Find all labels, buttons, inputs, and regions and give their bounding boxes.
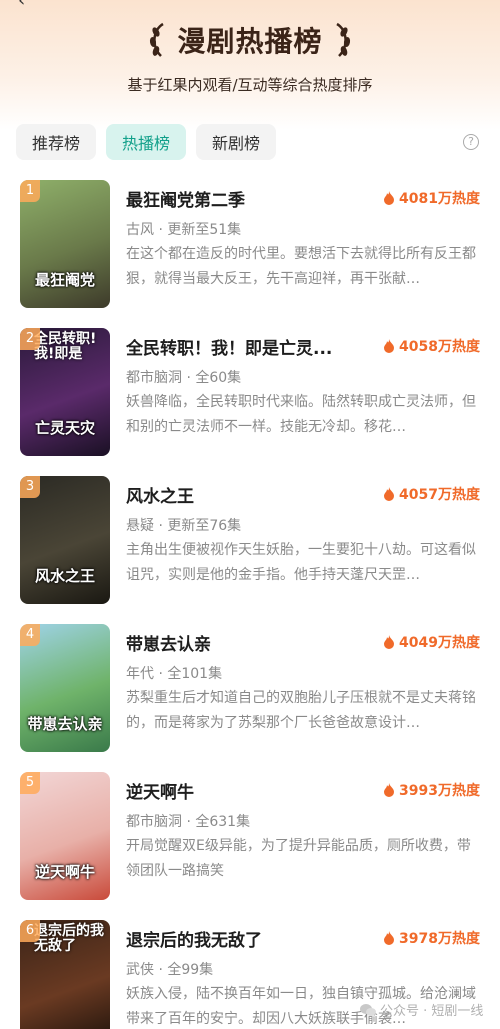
- cover-image[interactable]: 最狂阉党 1: [20, 180, 110, 308]
- heat-badge: 4081万热度: [383, 188, 480, 208]
- heat-badge: 4058万热度: [383, 336, 480, 356]
- cover-image[interactable]: 退宗后的我无敌了 6: [20, 920, 110, 1029]
- drama-title[interactable]: 最狂阉党第二季: [126, 186, 245, 211]
- rank-badge: 5: [20, 772, 40, 794]
- drama-description: 主角出生便被视作天生妖胎，一生要犯十八劫。可这看似诅咒，实则是他的金手指。他手持…: [126, 542, 476, 583]
- drama-meta: 武侠 · 全99集: [126, 962, 214, 978]
- list-item[interactable]: 全民转职!我!即是 亡灵天灾 2 全民转职！我！即是亡灵... 4058万热度 …: [0, 326, 500, 474]
- rank-badge: 3: [20, 476, 40, 498]
- heat-badge: 4049万热度: [383, 632, 480, 652]
- heat-value: 4058万热度: [399, 339, 480, 355]
- rank-badge: 1: [20, 180, 40, 202]
- drama-meta: 都市脑洞 · 全631集: [126, 814, 251, 830]
- wechat-icon: [360, 1003, 376, 1016]
- drama-title[interactable]: 全民转职！我！即是亡灵...: [126, 334, 332, 359]
- title-area: 漫剧热播榜: [0, 18, 500, 62]
- fire-icon: [384, 931, 395, 945]
- drama-description: 妖兽降临，全民转职时代来临。陆然转职成亡灵法师，但和别的亡灵法师不一样。技能无冷…: [126, 394, 476, 435]
- heat-badge: 3978万热度: [383, 928, 480, 948]
- watermark: 公众号 · 短剧一线: [360, 1000, 483, 1019]
- heat-value: 4057万热度: [399, 487, 480, 503]
- heat-value: 4081万热度: [399, 191, 480, 207]
- fire-icon: [384, 339, 395, 353]
- page-title: 漫剧热播榜: [177, 25, 323, 58]
- drama-meta: 年代 · 全101集: [126, 666, 223, 682]
- drama-meta: 都市脑洞 · 全60集: [126, 370, 242, 386]
- list-item[interactable]: 最狂阉党 1 最狂阉党第二季 4081万热度 古风 · 更新至51集 在这个都在…: [0, 178, 500, 326]
- laurel-left-icon: [150, 22, 165, 57]
- drama-title[interactable]: 带崽去认亲: [126, 630, 211, 655]
- fire-icon: [384, 783, 395, 797]
- rank-badge: 2: [20, 328, 40, 350]
- drama-description: 苏梨重生后才知道自己的双胞胎儿子压根就不是丈夫蒋铭的，而是蒋家为了苏梨那个厂长爸…: [126, 690, 476, 731]
- page-subtitle: 基于红果内观看/互动等综合热度排序: [127, 76, 373, 94]
- rank-badge: 6: [20, 920, 40, 942]
- cover-image[interactable]: 逆天啊牛 5: [20, 772, 110, 900]
- cover-top-text: 退宗后的我无敌了: [34, 923, 104, 955]
- cover-title-text: 最狂阉党: [34, 270, 95, 289]
- tab-new[interactable]: 新剧榜: [196, 124, 277, 160]
- cover-title-text: 带崽去认亲: [27, 714, 103, 733]
- heat-value: 3978万热度: [399, 931, 480, 947]
- drama-title[interactable]: 退宗后的我无敌了: [126, 926, 262, 951]
- fire-icon: [384, 635, 395, 649]
- list-item[interactable]: 风水之王 3 风水之王 4057万热度 悬疑 · 更新至76集 主角出生便被视作…: [0, 474, 500, 622]
- drama-description: 在这个都在造反的时代里。要想活下去就得比所有反王都狠，就得当最大反王，先干高迎祥…: [126, 246, 476, 287]
- laurel-right-icon: [335, 22, 350, 57]
- cover-image[interactable]: 全民转职!我!即是 亡灵天灾 2: [20, 328, 110, 456]
- watermark-text: 公众号 · 短剧一线: [380, 1004, 484, 1019]
- fire-icon: [384, 487, 395, 501]
- tab-recommend[interactable]: 推荐榜: [16, 124, 97, 160]
- list-item[interactable]: 带崽去认亲 4 带崽去认亲 4049万热度 年代 · 全101集 苏梨重生后才知…: [0, 622, 500, 770]
- heat-badge: 3993万热度: [383, 780, 480, 800]
- question-icon[interactable]: ?: [463, 134, 479, 150]
- cover-image[interactable]: 风水之王 3: [20, 476, 110, 604]
- cover-title-text: 风水之王: [34, 566, 95, 585]
- heat-value: 3993万热度: [399, 783, 480, 799]
- drama-title[interactable]: 逆天啊牛: [126, 778, 194, 803]
- cover-image[interactable]: 带崽去认亲 4: [20, 624, 110, 752]
- rank-badge: 4: [20, 624, 40, 646]
- drama-meta: 古风 · 更新至51集: [126, 222, 242, 238]
- heat-value: 4049万热度: [399, 635, 480, 651]
- tab-bar: 推荐榜 热播榜 新剧榜: [16, 124, 277, 160]
- heat-badge: 4057万热度: [383, 484, 480, 504]
- cover-title-text: 逆天啊牛: [34, 862, 95, 881]
- list-item[interactable]: 逆天啊牛 5 逆天啊牛 3993万热度 都市脑洞 · 全631集 开局觉醒双E级…: [0, 770, 500, 918]
- drama-meta: 悬疑 · 更新至76集: [126, 518, 242, 534]
- drama-description: 开局觉醒双E级异能，为了提升异能品质，厕所收费，带领团队一路搞笑: [126, 838, 471, 879]
- back-arrow-icon[interactable]: ‹: [18, 0, 38, 10]
- tab-hot[interactable]: 热播榜: [106, 124, 187, 160]
- cover-title-text: 亡灵天灾: [34, 418, 95, 437]
- drama-title[interactable]: 风水之王: [126, 482, 194, 507]
- fire-icon: [384, 191, 395, 205]
- ranking-list: 最狂阉党 1 最狂阉党第二季 4081万热度 古风 · 更新至51集 在这个都在…: [0, 178, 500, 1029]
- cover-top-text: 全民转职!我!即是: [34, 331, 97, 363]
